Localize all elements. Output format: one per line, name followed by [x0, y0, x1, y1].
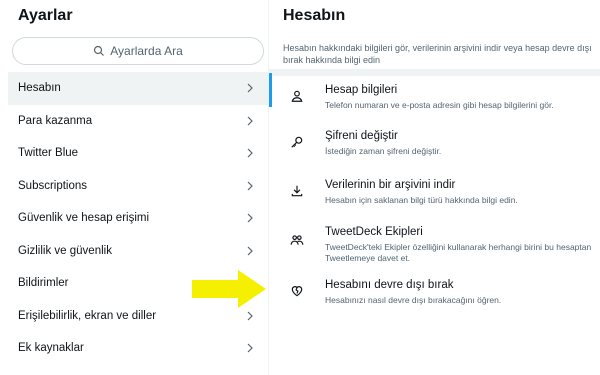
settings-sidebar: Ayarlar Ayarlarda Ara Hesabın Para kazan…	[0, 0, 268, 375]
item-title: Hesap bilgileri	[325, 84, 398, 96]
chevron-right-icon	[247, 148, 253, 158]
nav-item-resources[interactable]: Ek kaynaklar	[8, 332, 268, 365]
nav-item-hesabin[interactable]: Hesabın	[8, 72, 268, 105]
account-panel: Hesabın Hesabın hakkındaki bilgileri gör…	[269, 0, 600, 375]
nav-item-label: Para kazanma	[18, 114, 93, 127]
chevron-right-icon	[247, 343, 253, 353]
chevron-right-icon	[247, 181, 253, 191]
chevron-right-icon	[247, 116, 253, 126]
search-icon	[94, 45, 105, 56]
nav-item-label: Twitter Blue	[18, 147, 79, 160]
broken-heart-icon	[291, 286, 303, 297]
item-title: Hesabını devre dışı bırak	[325, 279, 454, 291]
nav-item-label: Hesabın	[18, 82, 61, 95]
item-title: Şifreni değiştir	[325, 130, 398, 142]
nav-item-subscriptions[interactable]: Subscriptions	[8, 170, 268, 203]
panel-title: Hesabın	[283, 7, 346, 24]
account-info-item[interactable]: Hesap bilgileri Telefon numaran ve e-pos…	[269, 76, 600, 122]
chevron-right-icon	[247, 83, 253, 93]
chevron-right-icon	[247, 246, 253, 256]
settings-search-input[interactable]: Ayarlarda Ara	[12, 37, 264, 65]
chevron-right-icon	[247, 311, 253, 321]
nav-item-label: Gizlilik ve güvenlik	[18, 244, 112, 257]
item-subtitle: Hesabın için saklanan bilgi türü hakkınd…	[325, 195, 518, 205]
change-password-item[interactable]: Şifreni değiştir İstediğin zaman şifreni…	[269, 122, 600, 168]
team-icon	[290, 235, 304, 245]
yellow-arrow-annotation	[192, 270, 266, 308]
item-subtitle: Hesabınızı nasıl devre dışı bırakacağını…	[325, 295, 502, 305]
deactivate-account-item[interactable]: Hesabını devre dışı bırak Hesabınızı nas…	[269, 271, 600, 317]
item-title: TweetDeck Ekipleri	[325, 226, 423, 238]
item-subtitle: İstediğin zaman şifreni değiştir.	[325, 146, 442, 156]
settings-nav: Hesabın Para kazanma Twitter Blue Subscr…	[8, 72, 268, 365]
item-title: Verilerinin bir arşivini indir	[325, 179, 456, 191]
panel-description: Hesabın hakkındaki bilgileri gör, verile…	[283, 43, 592, 65]
search-placeholder: Ayarlarda Ara	[110, 44, 183, 58]
nav-item-label: Bildirimler	[18, 277, 69, 290]
nav-item-privacy[interactable]: Gizlilik ve güvenlik	[8, 235, 268, 268]
item-subtitle: TweetDeck'teki Ekipler özelliğini kullan…	[325, 242, 592, 263]
nav-item-label: Erişilebilirlik, ekran ve diller	[18, 309, 157, 322]
download-archive-item[interactable]: Verilerinin bir arşivini indir Hesabın i…	[269, 171, 600, 217]
key-icon	[291, 136, 303, 148]
active-item-indicator	[269, 73, 272, 107]
nav-item-label: Güvenlik ve hesap erişimi	[18, 212, 150, 225]
nav-item-label: Ek kaynaklar	[18, 342, 84, 355]
tweetdeck-teams-item[interactable]: TweetDeck Ekipleri TweetDeck'teki Ekiple…	[269, 218, 600, 266]
section-separator	[269, 69, 600, 76]
download-icon	[291, 185, 303, 197]
nav-item-security[interactable]: Güvenlik ve hesap erişimi	[8, 202, 268, 235]
nav-item-label: Subscriptions	[18, 179, 88, 192]
nav-item-twitter-blue[interactable]: Twitter Blue	[8, 137, 268, 170]
sidebar-title: Ayarlar	[18, 7, 73, 24]
chevron-right-icon	[247, 213, 253, 223]
nav-item-para-kazanma[interactable]: Para kazanma	[8, 105, 268, 138]
person-icon	[291, 90, 303, 102]
item-subtitle: Telefon numaran ve e-posta adresin gibi …	[325, 100, 554, 110]
